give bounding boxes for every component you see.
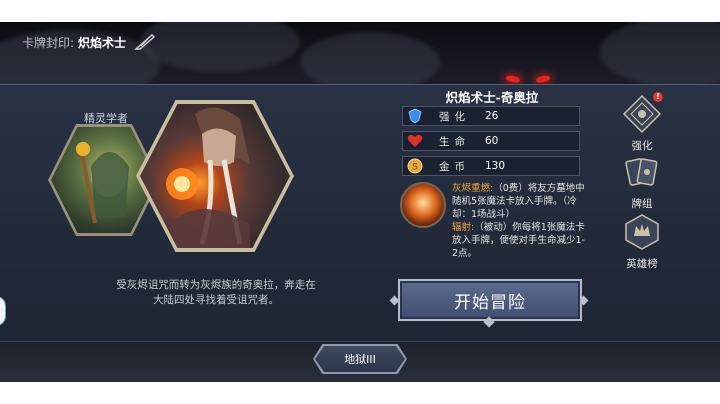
character-title: 炽焰术士-奇奥拉 — [445, 90, 539, 105]
hero-ranking-icon — [625, 214, 659, 250]
card-deck-icon — [625, 158, 658, 186]
stat-value: 60 — [485, 135, 499, 147]
quill-feather-icon[interactable] — [134, 33, 156, 51]
blue-shield-icon — [403, 106, 427, 126]
side-button-deck[interactable]: 牌组 — [617, 152, 667, 211]
stat-row-gold: S 金币 130 — [402, 156, 580, 176]
skill-entry: 辐射:（被动）你每将1张魔法卡放入手牌，便使对手生命减少1-2点。 — [452, 221, 588, 260]
start-adventure-button[interactable]: 开始冒险 — [398, 279, 582, 321]
side-button-upgrade[interactable]: 强化 — [617, 94, 667, 153]
side-button-label: 强化 — [631, 140, 653, 152]
stat-value: 130 — [485, 160, 506, 172]
secondary-character-name: 精灵学者 — [84, 112, 128, 125]
character-description: 受灰烬诅咒而转为灰烬族的奇奥拉，奔走在 大陆四处寻找着受诅咒者。 — [96, 278, 336, 308]
stat-label: 强化 — [439, 110, 470, 123]
svg-text:S: S — [412, 163, 418, 173]
skill-name: 灰烬重燃: — [452, 183, 494, 194]
red-heart-icon — [403, 131, 427, 151]
card-seal-label: 卡牌封印: — [22, 35, 75, 50]
description-line: 受灰烬诅咒而转为灰烬族的奇奥拉，奔走在 — [116, 279, 316, 291]
gold-coin-icon: S — [403, 156, 427, 176]
stat-label: 金币 — [439, 160, 470, 173]
side-button-label: 牌组 — [631, 198, 653, 210]
stat-row-health: 生命 60 — [402, 131, 580, 151]
description-line: 大陆四处寻找着受诅咒者。 — [153, 294, 279, 306]
skill-fire-icon[interactable] — [400, 182, 446, 228]
skill-name: 辐射: — [452, 222, 475, 233]
side-button-hero-ranking[interactable]: 英雄榜 — [617, 212, 667, 271]
glowing-eyes-icon — [500, 74, 560, 84]
stat-value: 26 — [485, 110, 499, 122]
stat-label: 生命 — [439, 135, 470, 148]
skill-entry: 灰烬重燃:（0费）将友方墓地中随机5张魔法卡放入手牌。（冷却：1场战斗） — [452, 182, 588, 221]
difficulty-button[interactable]: 地狱III — [315, 346, 405, 372]
game-screen: 卡牌封印: 炽焰术士 精灵学者 受灰烬诅咒而转为灰烬族的奇奥拉，奔走在 大陆四处… — [0, 0, 720, 404]
notification-badge: ! — [653, 92, 663, 102]
card-seal-header: 卡牌封印: 炽焰术士 — [22, 33, 156, 51]
card-seal-name: 炽焰术士 — [78, 35, 127, 50]
skill-description: 灰烬重燃:（0费）将友方墓地中随机5张魔法卡放入手牌。（冷却：1场战斗） 辐射:… — [452, 182, 588, 260]
stat-row-upgrade: 强化 26 — [402, 106, 580, 126]
side-button-label: 英雄榜 — [626, 258, 658, 270]
top-scenery — [0, 22, 720, 84]
